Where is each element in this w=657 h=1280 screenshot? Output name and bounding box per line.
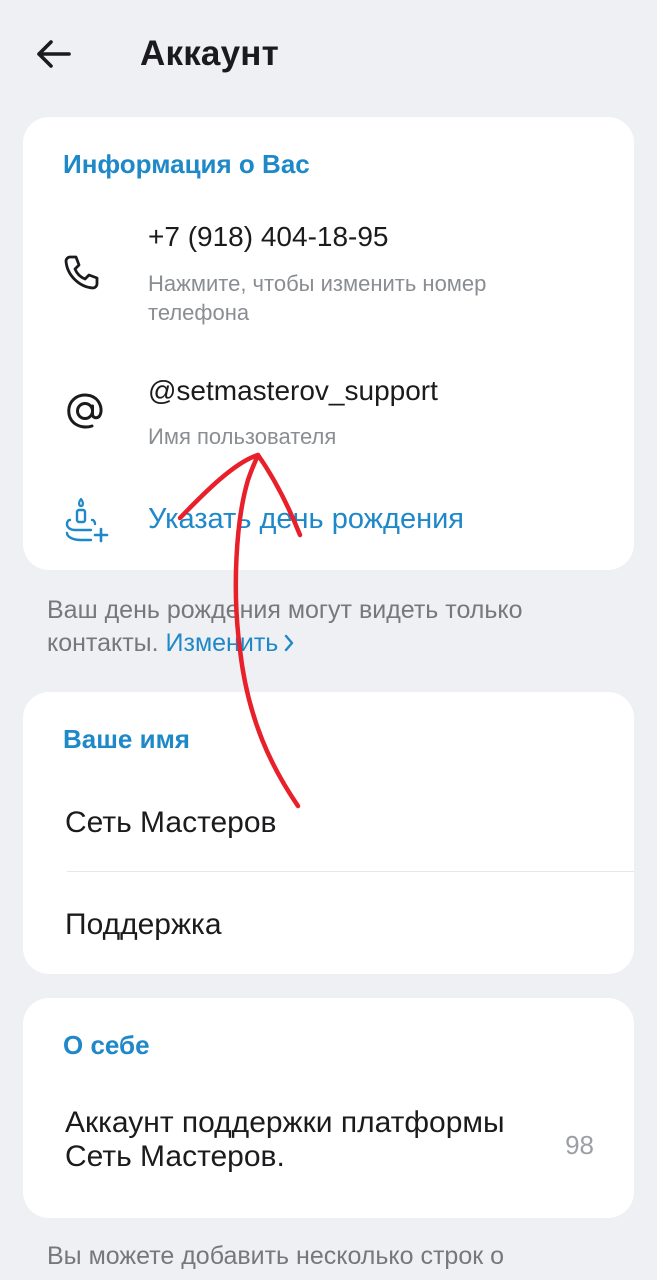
page-title: Аккаунт — [140, 34, 279, 73]
change-privacy-link[interactable]: Изменить — [166, 629, 295, 657]
about-card-header: О себе — [63, 1030, 150, 1060]
birthday-privacy-hint: Ваш день рождения могут видеть только ко… — [47, 594, 607, 661]
first-name-field[interactable]: Сеть Мастеров — [65, 806, 276, 840]
phone-icon — [56, 247, 106, 297]
username-hint: Имя пользователя — [148, 424, 337, 449]
chevron-right-icon — [284, 628, 294, 661]
name-card-header: Ваше имя — [63, 724, 190, 754]
at-sign-icon — [60, 386, 110, 436]
bio-input[interactable]: Аккаунт поддержки платформы Сеть Мастеро… — [65, 1106, 535, 1174]
change-privacy-link-label: Изменить — [165, 629, 279, 657]
info-card: Информация о Вас +7 (918) 404-18-95 Нажм… — [23, 117, 634, 570]
info-card-header: Информация о Вас — [63, 149, 310, 179]
set-birthday-link: Указать день рождения — [148, 503, 465, 535]
arrow-left-icon — [36, 39, 72, 74]
bio-char-counter: 98 — [565, 1130, 594, 1160]
username-row[interactable]: @setmasterov_support Имя пользователя — [23, 359, 634, 469]
about-hint: Вы можете добавить несколько строк о — [47, 1242, 505, 1270]
name-divider — [67, 871, 634, 872]
username: @setmasterov_support — [148, 375, 438, 406]
cake-plus-icon — [61, 495, 111, 545]
about-card: О себе Аккаунт поддержки платформы Сеть … — [23, 998, 634, 1218]
phone-row[interactable]: +7 (918) 404-18-95 Нажмите, чтобы измени… — [23, 207, 634, 337]
top-app-bar: Аккаунт — [0, 0, 657, 110]
phone-number: +7 (918) 404-18-95 — [148, 221, 389, 252]
phone-hint: Нажмите, чтобы изменить номер телефона — [148, 271, 487, 325]
last-name-field[interactable]: Поддержка — [65, 908, 222, 942]
birthday-row[interactable]: Указать день рождения — [23, 487, 634, 557]
back-button[interactable] — [28, 30, 80, 82]
name-card: Ваше имя Сеть Мастеров Поддержка — [23, 692, 634, 974]
